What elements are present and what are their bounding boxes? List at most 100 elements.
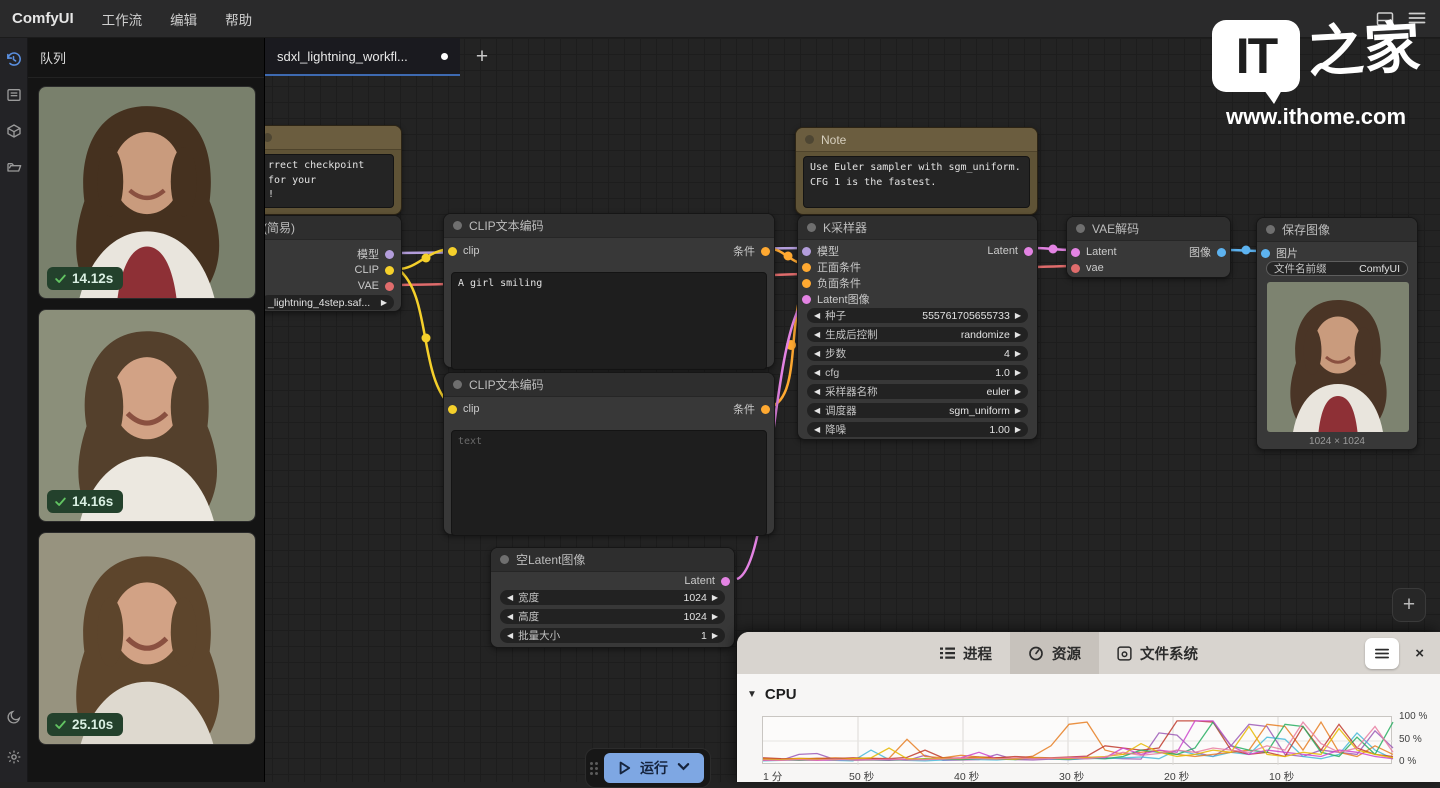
- settings-gear-icon[interactable]: [2, 742, 26, 772]
- stepper-right-icon[interactable]: ▶: [712, 594, 718, 602]
- output-port-image[interactable]: [1217, 248, 1226, 257]
- input-port-clip[interactable]: [448, 247, 457, 256]
- node-note-left-header[interactable]: [254, 126, 401, 150]
- node-clip1-header[interactable]: CLIP文本编码: [444, 214, 774, 238]
- stepper-right-icon[interactable]: ▶: [1015, 350, 1021, 358]
- widget-control-after-generate[interactable]: ◀ 生成后控制 randomize ▶: [807, 327, 1028, 342]
- output-port-conditioning[interactable]: [761, 247, 770, 256]
- node-ksampler[interactable]: K采样器 模型 正面条件 负面条件 Latent图像 Latent ◀ 种子 5…: [797, 215, 1038, 440]
- queue-item-2[interactable]: 14.16s: [38, 309, 256, 522]
- checkpoint-name-widget[interactable]: _lightning_4step.saf... ▶: [261, 295, 394, 310]
- node-clip-encode-negative[interactable]: CLIP文本编码 clip 条件: [443, 372, 775, 535]
- stepper-right-icon[interactable]: ▶: [1015, 331, 1021, 339]
- tab-filesystem[interactable]: 文件系统: [1099, 632, 1216, 674]
- node-save-header[interactable]: 保存图像: [1257, 218, 1417, 242]
- panel-add-button[interactable]: +: [1392, 588, 1426, 622]
- note-text[interactable]: Use Euler sampler with sgm_uniform. CFG …: [803, 156, 1030, 208]
- output-port-latent[interactable]: [1024, 247, 1033, 256]
- widget-denoise[interactable]: ◀ 降噪 1.00 ▶: [807, 422, 1028, 437]
- stepper-right-icon[interactable]: ▶: [1015, 426, 1021, 434]
- workflows-folder-icon[interactable]: [2, 152, 26, 182]
- menu-help[interactable]: 帮助: [211, 3, 266, 35]
- output-port-model[interactable]: [385, 250, 394, 259]
- monitor-close-button[interactable]: ×: [1415, 645, 1424, 662]
- node-empty-latent-header[interactable]: 空Latent图像: [491, 548, 734, 572]
- node-note-left[interactable]: rrect checkpoint for your !: [253, 125, 402, 215]
- prompt-textarea[interactable]: [451, 430, 767, 536]
- stepper-right-icon[interactable]: ▶: [712, 632, 718, 640]
- queue-item-3[interactable]: 25.10s: [38, 532, 256, 745]
- chevron-down-icon[interactable]: [677, 762, 690, 774]
- tab-resources[interactable]: 资源: [1010, 632, 1099, 674]
- queue-item-1[interactable]: 14.12s: [38, 86, 256, 299]
- node-clip-encode-positive[interactable]: CLIP文本编码 clip 条件 A girl smiling: [443, 213, 775, 368]
- cpu-section-header[interactable]: ▼ CPU: [737, 674, 1440, 707]
- app-logo[interactable]: ComfyUI: [12, 10, 74, 27]
- output-port-latent[interactable]: [721, 577, 730, 586]
- collapse-dot[interactable]: [807, 223, 816, 232]
- combo-arrow-right-icon[interactable]: ▶: [381, 299, 387, 307]
- widget-filename-prefix[interactable]: 文件名前缀 ComfyUI: [1266, 261, 1408, 276]
- tab-processes[interactable]: 进程: [922, 632, 1010, 674]
- stepper-right-icon[interactable]: ▶: [1015, 388, 1021, 396]
- output-port-conditioning[interactable]: [761, 405, 770, 414]
- widget-steps[interactable]: ◀ 步数 4 ▶: [807, 346, 1028, 361]
- widget-cfg[interactable]: ◀ cfg 1.0 ▶: [807, 365, 1028, 380]
- stepper-left-icon[interactable]: ◀: [814, 407, 820, 415]
- collapse-dot[interactable]: [500, 555, 509, 564]
- input-port-vae[interactable]: [1071, 264, 1080, 273]
- widget-sampler-name[interactable]: ◀ 采样器名称 euler ▶: [807, 384, 1028, 399]
- menu-workflow[interactable]: 工作流: [88, 3, 157, 35]
- node-library-icon[interactable]: [2, 80, 26, 110]
- node-vae-header[interactable]: VAE解码: [1067, 217, 1230, 241]
- input-port-images[interactable]: [1261, 249, 1270, 258]
- stepper-left-icon[interactable]: ◀: [814, 350, 820, 358]
- stepper-right-icon[interactable]: ▶: [712, 613, 718, 621]
- model-library-icon[interactable]: [2, 116, 26, 146]
- input-port-latent[interactable]: [802, 295, 811, 304]
- node-vae-decode[interactable]: VAE解码 Latent vae 图像: [1066, 216, 1231, 278]
- collapse-dot[interactable]: [453, 221, 462, 230]
- widget-batch-size[interactable]: ◀ 批量大小 1 ▶: [500, 628, 725, 643]
- node-checkpoint-loader[interactable]: (简易) 模型 CLIP VAE _lightning_4step.saf...…: [253, 215, 402, 312]
- stepper-right-icon[interactable]: ▶: [1015, 407, 1021, 415]
- collapse-dot[interactable]: [805, 135, 814, 144]
- widget-width[interactable]: ◀ 宽度 1024 ▶: [500, 590, 725, 605]
- note-left-text[interactable]: rrect checkpoint for your !: [261, 154, 394, 208]
- collapse-dot[interactable]: [453, 380, 462, 389]
- node-note-header[interactable]: Note: [796, 128, 1037, 152]
- stepper-left-icon[interactable]: ◀: [814, 331, 820, 339]
- node-clip2-header[interactable]: CLIP文本编码: [444, 373, 774, 397]
- input-port-latent[interactable]: [1071, 248, 1080, 257]
- node-save-image[interactable]: 保存图像 图片 文件名前缀 ComfyUI 1024 × 1024: [1256, 217, 1418, 450]
- input-port-negative[interactable]: [802, 279, 811, 288]
- monitor-menu-button[interactable]: [1365, 638, 1399, 669]
- panel-toggle-icon[interactable]: [1376, 11, 1394, 27]
- stepper-right-icon[interactable]: ▶: [1015, 312, 1021, 320]
- widget-height[interactable]: ◀ 高度 1024 ▶: [500, 609, 725, 624]
- collapse-dot[interactable]: [1076, 224, 1085, 233]
- hamburger-menu-icon[interactable]: [1408, 11, 1426, 27]
- widget-seed[interactable]: ◀ 种子 555761705655733 ▶: [807, 308, 1028, 323]
- widget-scheduler[interactable]: ◀ 调度器 sgm_uniform ▶: [807, 403, 1028, 418]
- stepper-left-icon[interactable]: ◀: [814, 426, 820, 434]
- stepper-right-icon[interactable]: ▶: [1015, 369, 1021, 377]
- stepper-left-icon[interactable]: ◀: [814, 369, 820, 377]
- output-port-vae[interactable]: [385, 282, 394, 291]
- menu-edit[interactable]: 编辑: [156, 3, 211, 35]
- collapse-dot[interactable]: [1266, 225, 1275, 234]
- output-image-preview[interactable]: [1267, 282, 1409, 432]
- drag-handle[interactable]: [590, 762, 598, 775]
- stepper-left-icon[interactable]: ◀: [507, 613, 513, 621]
- input-port-clip[interactable]: [448, 405, 457, 414]
- output-port-clip[interactable]: [385, 266, 394, 275]
- workflow-tab[interactable]: sdxl_lightning_workfl...: [265, 38, 460, 76]
- stepper-left-icon[interactable]: ◀: [814, 312, 820, 320]
- run-button[interactable]: 运行: [604, 753, 704, 783]
- node-note[interactable]: Note Use Euler sampler with sgm_uniform.…: [795, 127, 1038, 215]
- node-empty-latent[interactable]: 空Latent图像 Latent ◀ 宽度 1024 ▶ ◀ 高度 1024 ▶…: [490, 547, 735, 648]
- stepper-left-icon[interactable]: ◀: [507, 594, 513, 602]
- node-checkpoint-header[interactable]: (简易): [254, 216, 401, 240]
- queue-history-icon[interactable]: [2, 44, 26, 74]
- input-port-model[interactable]: [802, 247, 811, 256]
